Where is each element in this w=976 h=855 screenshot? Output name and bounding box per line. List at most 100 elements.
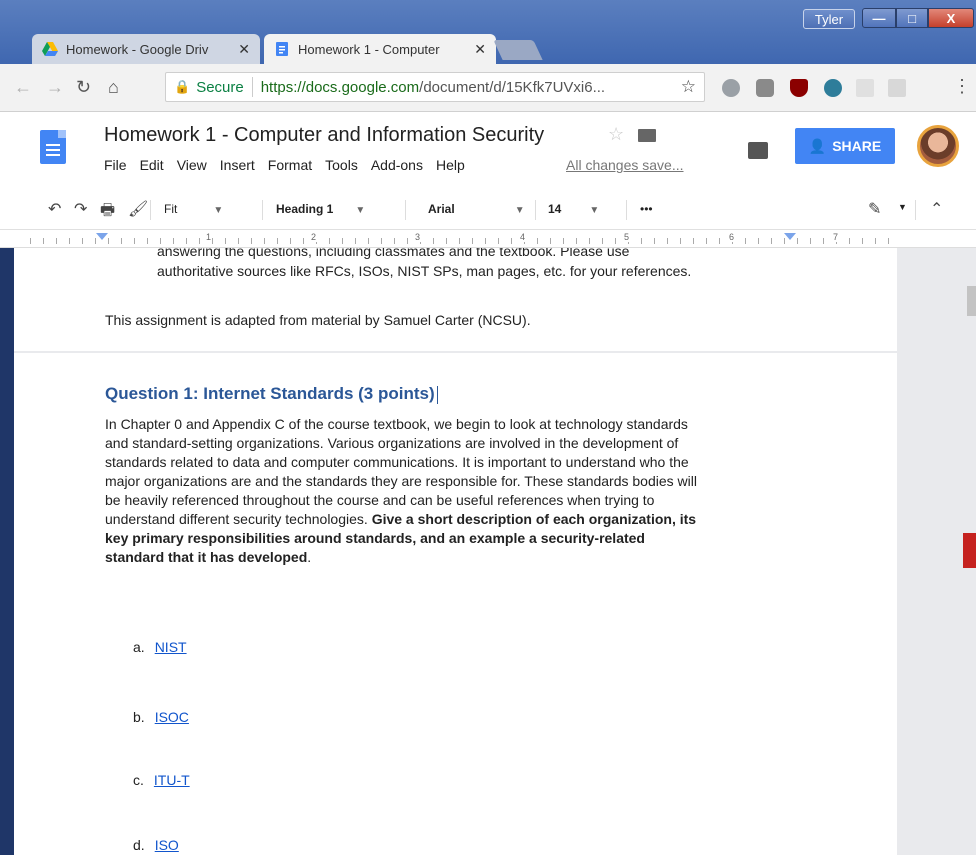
list-item: b. ISOC: [133, 709, 189, 725]
address-bar[interactable]: 🔒 Secure https://docs.google.com/documen…: [165, 72, 705, 102]
minimize-button[interactable]: —: [862, 8, 896, 28]
toolbar-divider: [405, 200, 406, 220]
toolbar-divider: [915, 200, 916, 220]
style-select[interactable]: Heading 1 ▼: [276, 202, 396, 216]
text-cursor: [436, 385, 438, 404]
toolbar-divider: [535, 200, 536, 220]
undo-icon[interactable]: ↶: [48, 199, 61, 219]
avatar[interactable]: [917, 125, 959, 167]
ruler-number: 7: [832, 232, 840, 242]
list-marker: c.: [133, 772, 144, 788]
zoom-select[interactable]: Fit ▼: [164, 202, 252, 216]
window-left-edge: [0, 248, 14, 855]
body-text: understand different security technologi…: [105, 511, 372, 527]
ruler-ticks: [30, 238, 896, 244]
list-marker: a.: [133, 639, 145, 655]
redo-icon[interactable]: ↷: [74, 199, 87, 219]
chevron-down-icon: ▼: [514, 205, 525, 216]
menu-addons[interactable]: Add-ons: [371, 157, 423, 173]
person-icon: 👤: [808, 137, 827, 154]
list-marker: b.: [133, 709, 145, 725]
list-item: d. ISO: [133, 837, 179, 853]
reload-icon[interactable]: ↻: [76, 77, 91, 98]
extension-globe-icon[interactable]: [722, 79, 740, 97]
menu-format[interactable]: Format: [268, 157, 312, 173]
ruler-number: 5: [623, 232, 631, 242]
heading-text: Question 1: Internet Standards (3 points…: [105, 384, 435, 403]
chevron-down-icon: ▼: [213, 205, 224, 216]
body-line: be heavily referenced throughout the cou…: [105, 492, 655, 508]
document-title[interactable]: Homework 1 - Computer and Information Se…: [104, 124, 544, 147]
body-line: standard that it has developed.: [105, 548, 311, 567]
back-arrow-icon[interactable]: ←: [14, 77, 32, 98]
isoc-link[interactable]: ISOC: [155, 709, 189, 725]
bold-instruction: key primary responsibilities around stan…: [105, 530, 645, 546]
body-line: major organizations are and the standard…: [105, 473, 697, 489]
style-value: Heading 1: [276, 202, 334, 216]
right-indent-marker[interactable]: [784, 233, 796, 240]
docs-menubar: File Edit View Insert Format Tools Add-o…: [104, 157, 478, 173]
menu-edit[interactable]: Edit: [140, 157, 164, 173]
docs-home-icon[interactable]: [40, 130, 66, 164]
attribution-paragraph: This assignment is adapted from material…: [105, 312, 531, 328]
chevron-down-icon[interactable]: ▼: [898, 202, 907, 212]
extension-cast-icon[interactable]: [856, 79, 874, 97]
share-label: SHARE: [832, 138, 882, 154]
ruler-number: 3: [414, 232, 422, 242]
menu-tools[interactable]: Tools: [325, 157, 358, 173]
side-panel-tab[interactable]: [963, 533, 976, 568]
lock-icon: 🔒: [174, 79, 191, 94]
close-window-button[interactable]: X: [928, 8, 974, 28]
menu-view[interactable]: View: [177, 157, 207, 173]
collapse-menus-chevron-up-icon[interactable]: ⌃: [930, 199, 943, 219]
comments-icon[interactable]: [748, 142, 768, 159]
move-to-folder-icon[interactable]: [638, 129, 656, 142]
ruler[interactable]: 1 2 3 4 5 6 7: [0, 230, 976, 248]
home-icon[interactable]: ⌂: [108, 77, 119, 98]
editing-toolbar: ↶ ↷ 🖶 🖌 Fit ▼ Heading 1 ▼ Arial ▼ 14 ▼ ••• ✎…: [0, 190, 976, 230]
zoom-value: Fit: [164, 202, 178, 216]
maximize-button[interactable]: □: [896, 8, 928, 28]
list-marker: d.: [133, 837, 145, 853]
profile-name-button[interactable]: Tyler: [803, 9, 855, 29]
font-select[interactable]: Arial ▼: [428, 202, 528, 216]
save-status-link[interactable]: All changes save...: [566, 157, 684, 173]
left-indent-marker[interactable]: [96, 233, 108, 240]
menu-file[interactable]: File: [104, 157, 127, 173]
share-button[interactable]: 👤 SHARE: [795, 128, 895, 164]
itu-t-link[interactable]: ITU-T: [154, 772, 190, 788]
question-heading[interactable]: Question 1: Internet Standards (3 points…: [105, 384, 438, 404]
document-canvas[interactable]: answering the questions, including class…: [0, 248, 976, 855]
forward-arrow-icon[interactable]: →: [46, 77, 64, 98]
tab-google-drive[interactable]: Homework - Google Driv ✕: [32, 34, 260, 64]
ublock-shield-icon[interactable]: [790, 79, 808, 97]
chrome-menu-icon[interactable]: ⋮: [953, 76, 971, 97]
nist-link[interactable]: NIST: [155, 639, 187, 655]
extension-cursor-icon[interactable]: [888, 79, 906, 97]
font-value: Arial: [428, 202, 455, 216]
paint-format-icon[interactable]: 🖌: [128, 199, 148, 219]
ruler-number: 2: [310, 232, 318, 242]
menu-insert[interactable]: Insert: [220, 157, 255, 173]
google-drive-icon: [42, 42, 58, 56]
more-tools-button[interactable]: •••: [640, 202, 653, 216]
menu-help[interactable]: Help: [436, 157, 465, 173]
url-path: /document/d/15Kfk7UVxi6...: [419, 78, 606, 96]
extension-blue-icon[interactable]: [824, 79, 842, 97]
body-text: .: [307, 549, 312, 565]
star-document-icon[interactable]: ☆: [608, 124, 624, 145]
editing-mode-pencil-icon[interactable]: ✎: [868, 199, 881, 219]
extension-gear-icon[interactable]: [756, 79, 774, 97]
list-item: a. NIST: [133, 639, 187, 655]
docs-header: Homework 1 - Computer and Information Se…: [0, 112, 976, 190]
close-tab-icon[interactable]: ✕: [238, 41, 250, 58]
font-size-select[interactable]: 14 ▼: [548, 202, 618, 216]
print-icon[interactable]: 🖶: [100, 199, 115, 226]
close-tab-icon[interactable]: ✕: [474, 41, 486, 58]
bookmark-star-icon[interactable]: ☆: [681, 77, 696, 97]
toolbar-divider: [262, 200, 263, 220]
iso-link[interactable]: ISO: [155, 837, 179, 853]
scrollbar-thumb[interactable]: [967, 286, 976, 316]
tab-homework-doc[interactable]: Homework 1 - Computer ✕: [264, 34, 496, 64]
body-line: understand different security technologi…: [105, 510, 696, 529]
